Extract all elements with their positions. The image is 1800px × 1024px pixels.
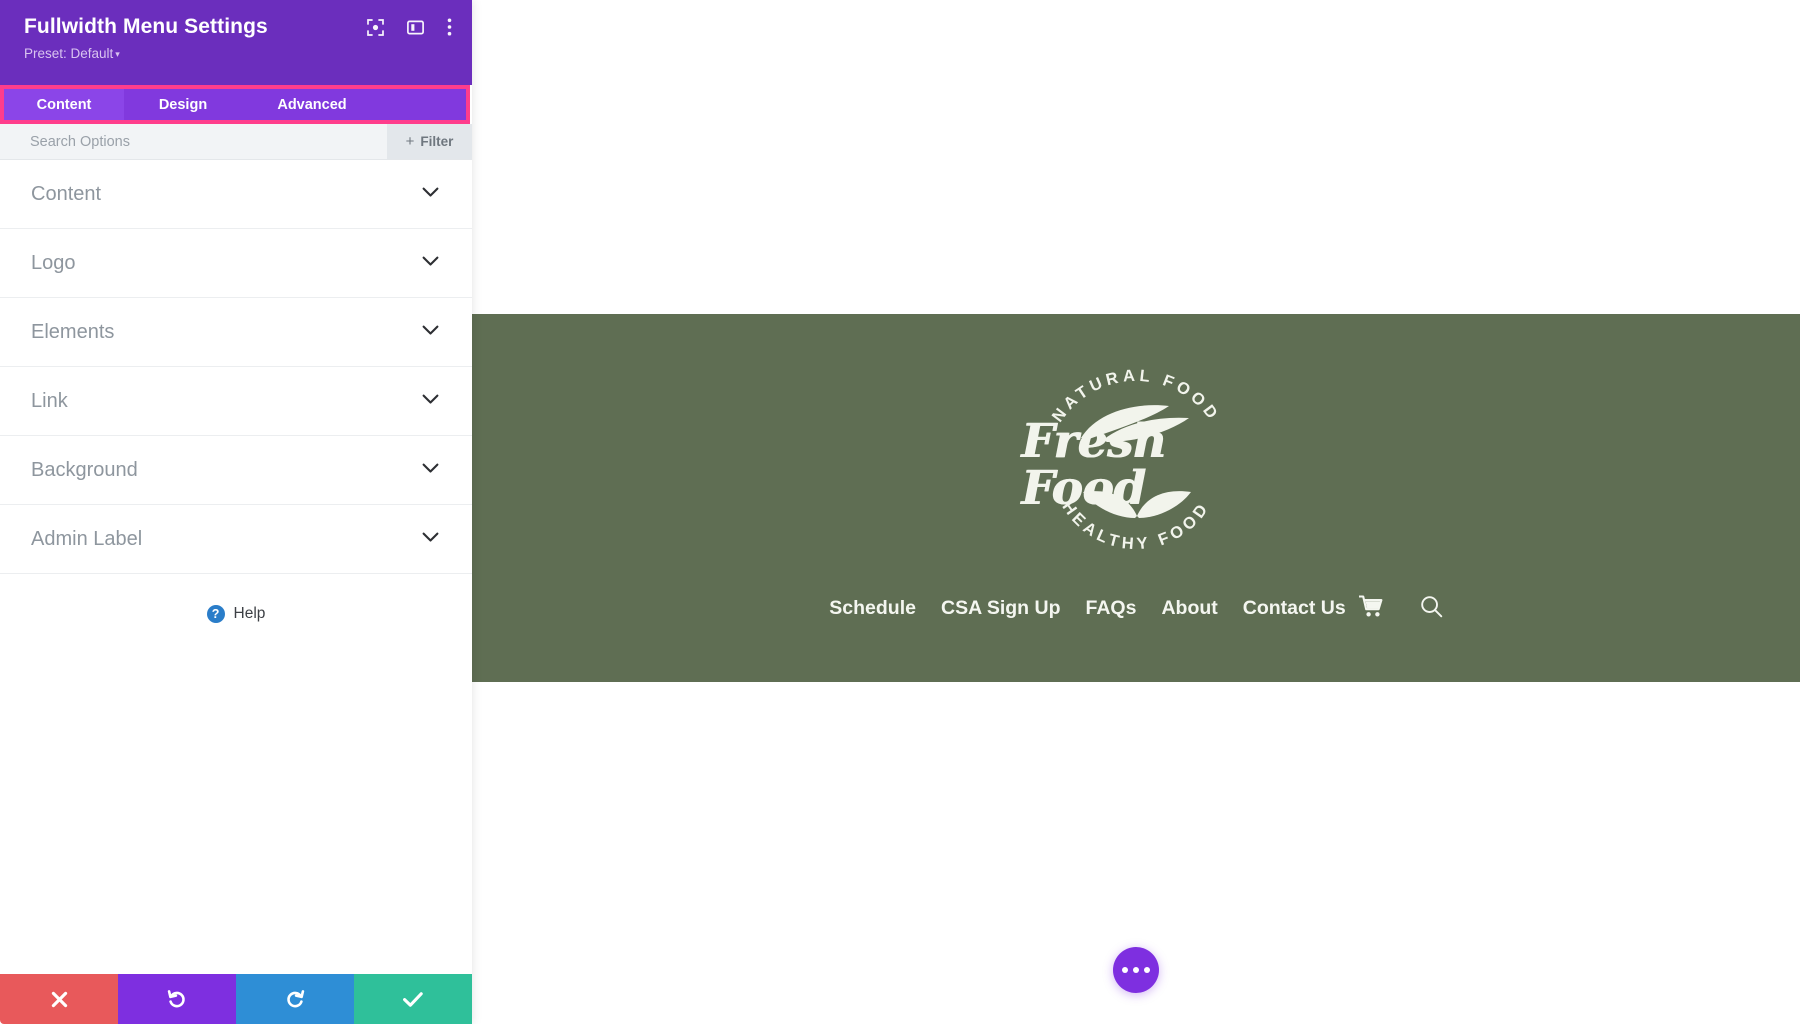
nav-item-contact-us[interactable]: Contact Us [1243, 597, 1346, 620]
settings-sections: Content Logo Elements Link Background Ad… [0, 160, 472, 574]
help-label: Help [233, 605, 266, 622]
search-input[interactable] [0, 124, 387, 159]
section-background[interactable]: Background [0, 436, 472, 505]
cart-icon[interactable] [1358, 594, 1384, 623]
help-row[interactable]: ? Help [0, 574, 472, 654]
redo-button[interactable] [236, 974, 354, 1024]
focus-icon[interactable] [367, 18, 384, 41]
app-root: Fullwidth Menu Settings Preset: Default … [0, 0, 1800, 1024]
section-elements[interactable]: Elements [0, 298, 472, 367]
help-icon: ? [206, 605, 225, 623]
section-logo[interactable]: Logo [0, 229, 472, 298]
chevron-down-icon[interactable] [422, 254, 439, 272]
panel-spacer [0, 654, 472, 974]
preset-label: Preset: Default [24, 46, 114, 61]
section-label: Admin Label [31, 527, 143, 550]
section-link[interactable]: Link [0, 367, 472, 436]
cancel-button[interactable] [0, 974, 118, 1024]
plus-icon: + [405, 133, 415, 150]
chevron-down-icon[interactable] [422, 392, 439, 410]
page-title: Fullwidth Menu Settings [24, 15, 268, 38]
check-icon [403, 991, 423, 1007]
site-logo: NATURAL FOOD HEALTHY FOOD Fresh Food [1021, 366, 1251, 553]
preset-caret-icon: ▾ [115, 49, 120, 59]
site-navigation: Schedule CSA Sign Up FAQs About Contact … [829, 594, 1443, 623]
preset-selector[interactable]: Preset: Default ▾ [24, 46, 120, 62]
more-vertical-icon[interactable] [447, 18, 452, 41]
fab-dot [1133, 967, 1139, 973]
panel-header-icons [367, 18, 452, 41]
tab-content[interactable]: Content [4, 89, 124, 120]
website-preview: NATURAL FOOD HEALTHY FOOD Fresh Food Sch… [472, 0, 1800, 1024]
save-button[interactable] [354, 974, 472, 1024]
section-label: Elements [31, 320, 115, 343]
tab-bar-highlight: Content Design Advanced [0, 85, 470, 124]
undo-icon [167, 990, 185, 1008]
section-label: Logo [31, 251, 76, 274]
undo-button[interactable] [118, 974, 236, 1024]
layout-panel-icon[interactable] [407, 19, 424, 41]
module-settings-panel: Fullwidth Menu Settings Preset: Default … [0, 0, 472, 1024]
panel-header: Fullwidth Menu Settings Preset: Default … [0, 0, 472, 85]
logo-wordmark: Fresh Food [1021, 414, 1167, 516]
search-row: + Filter [0, 124, 472, 160]
fab-dot [1144, 967, 1150, 973]
tab-bar: Content Design Advanced [4, 89, 466, 120]
section-label: Content [31, 182, 102, 205]
section-content[interactable]: Content [0, 160, 472, 229]
settings-fab[interactable] [1113, 947, 1159, 993]
search-icon[interactable] [1420, 595, 1443, 623]
nav-item-csa-sign-up[interactable]: CSA Sign Up [941, 597, 1061, 620]
panel-action-bar [0, 974, 472, 1024]
filter-button[interactable]: + Filter [387, 124, 472, 159]
filter-label: Filter [420, 134, 454, 149]
chevron-down-icon[interactable] [422, 530, 439, 548]
nav-item-schedule[interactable]: Schedule [829, 597, 916, 620]
section-admin-label[interactable]: Admin Label [0, 505, 472, 574]
chevron-down-icon[interactable] [422, 323, 439, 341]
site-header-section: NATURAL FOOD HEALTHY FOOD Fresh Food Sch… [472, 314, 1800, 682]
close-icon [51, 991, 67, 1007]
fab-dot [1122, 967, 1128, 973]
chevron-down-icon[interactable] [422, 185, 439, 203]
nav-item-faqs[interactable]: FAQs [1086, 597, 1137, 620]
tab-advanced[interactable]: Advanced [242, 89, 382, 120]
redo-icon [287, 990, 305, 1008]
nav-item-about[interactable]: About [1161, 597, 1217, 620]
section-label: Link [31, 389, 68, 412]
section-label: Background [31, 458, 138, 481]
chevron-down-icon[interactable] [422, 461, 439, 479]
tab-design[interactable]: Design [124, 89, 242, 120]
